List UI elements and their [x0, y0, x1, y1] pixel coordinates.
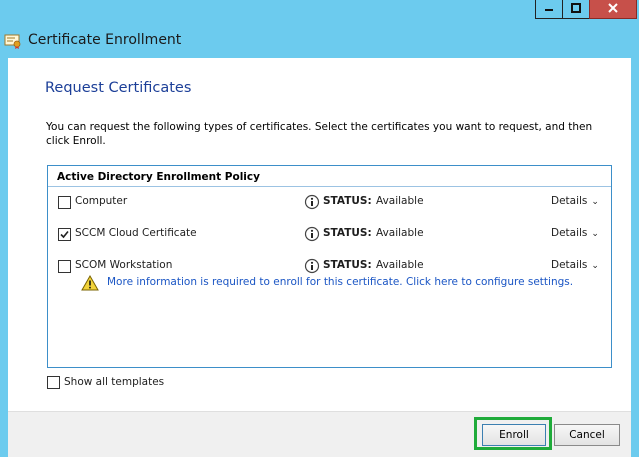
certificate-name: Computer — [75, 195, 128, 207]
certificate-name: SCOM Workstation — [75, 259, 173, 271]
enroll-button[interactable]: Enroll — [482, 424, 546, 446]
certificate-row-computer: Computer STATUS: Available Details ⌄ — [48, 194, 611, 214]
status-label: STATUS: — [323, 195, 372, 207]
dialog-footer: Enroll Cancel — [8, 411, 631, 457]
window-controls — [535, 0, 637, 20]
title-bar: Certificate Enrollment — [0, 0, 639, 58]
minimize-button[interactable] — [535, 0, 563, 19]
details-toggle[interactable]: Details ⌄ — [551, 195, 599, 207]
info-icon — [304, 226, 320, 245]
status-label: STATUS: — [323, 227, 372, 239]
certificate-icon — [4, 33, 22, 49]
certificate-checkbox-scom-workstation[interactable] — [58, 260, 71, 273]
warning-row: More information is required to enroll f… — [81, 274, 601, 294]
dialog-content: Request Certificates You can request the… — [8, 58, 631, 411]
divider — [48, 186, 611, 187]
details-label: Details — [551, 259, 588, 271]
certificate-checkbox-computer[interactable] — [58, 196, 71, 209]
page-description: You can request the following types of c… — [46, 121, 593, 147]
cancel-button[interactable]: Cancel — [554, 424, 620, 446]
maximize-icon — [571, 2, 581, 16]
show-all-templates-label: Show all templates — [64, 376, 165, 388]
minimize-icon — [544, 3, 554, 16]
certificate-row-sccm-cloud: SCCM Cloud Certificate STATUS: Available… — [48, 226, 611, 246]
show-all-templates-checkbox[interactable] — [47, 376, 60, 389]
policy-title: Active Directory Enrollment Policy — [57, 171, 260, 183]
close-button[interactable] — [589, 0, 637, 19]
certificate-name: SCCM Cloud Certificate — [75, 227, 197, 239]
close-icon — [608, 2, 618, 16]
configure-settings-link[interactable]: More information is required to enroll f… — [107, 276, 573, 288]
status-value: Available — [376, 195, 424, 207]
status-label: STATUS: — [323, 259, 372, 271]
enrollment-policy-panel: Active Directory Enrollment Policy Compu… — [47, 165, 612, 368]
info-icon — [304, 194, 320, 213]
window-title: Certificate Enrollment — [28, 32, 182, 48]
details-label: Details — [551, 195, 588, 207]
maximize-button[interactable] — [562, 0, 590, 19]
chevron-down-icon: ⌄ — [591, 261, 599, 271]
details-toggle[interactable]: Details ⌄ — [551, 227, 599, 239]
page-heading: Request Certificates — [45, 80, 192, 96]
status-value: Available — [376, 227, 424, 239]
chevron-down-icon: ⌄ — [591, 229, 599, 239]
warning-icon — [81, 274, 99, 294]
certificate-checkbox-sccm-cloud[interactable] — [58, 228, 71, 241]
details-label: Details — [551, 227, 588, 239]
details-toggle[interactable]: Details ⌄ — [551, 259, 599, 271]
chevron-down-icon: ⌄ — [591, 197, 599, 207]
status-value: Available — [376, 259, 424, 271]
